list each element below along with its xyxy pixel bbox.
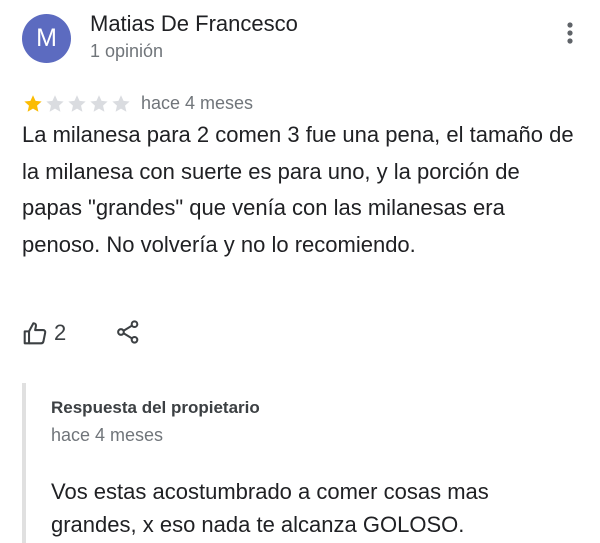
thumbs-up-icon xyxy=(23,322,47,345)
like-button[interactable]: 2 xyxy=(22,316,66,350)
owner-response-label: Respuesta del propietario xyxy=(51,398,260,417)
star-filled-icon xyxy=(24,95,42,112)
star-empty-icon xyxy=(46,95,64,112)
review-text: La milanesa para 2 comen 3 fue una pena,… xyxy=(22,122,574,257)
author-avatar[interactable]: M xyxy=(22,14,71,63)
like-count: 2 xyxy=(54,320,67,345)
share-button[interactable] xyxy=(112,316,144,348)
author-name[interactable]: Matias De Francesco xyxy=(90,11,298,37)
author-review-count: 1 opinión xyxy=(90,41,164,61)
share-icon xyxy=(117,320,139,344)
owner-response-text: Vos estas acostumbrado a comer cosas mas… xyxy=(51,479,489,537)
owner-response-time: hace 4 meses xyxy=(51,425,164,445)
review-time: hace 4 meses xyxy=(141,93,254,113)
star-empty-icon xyxy=(112,95,130,112)
star-rating xyxy=(22,93,132,115)
more-options-button[interactable] xyxy=(555,18,585,48)
star-empty-icon xyxy=(90,95,108,112)
owner-response: Respuesta del propietario hace 4 meses V… xyxy=(22,383,586,543)
more-vert-icon xyxy=(567,22,573,44)
star-empty-icon xyxy=(68,95,86,112)
